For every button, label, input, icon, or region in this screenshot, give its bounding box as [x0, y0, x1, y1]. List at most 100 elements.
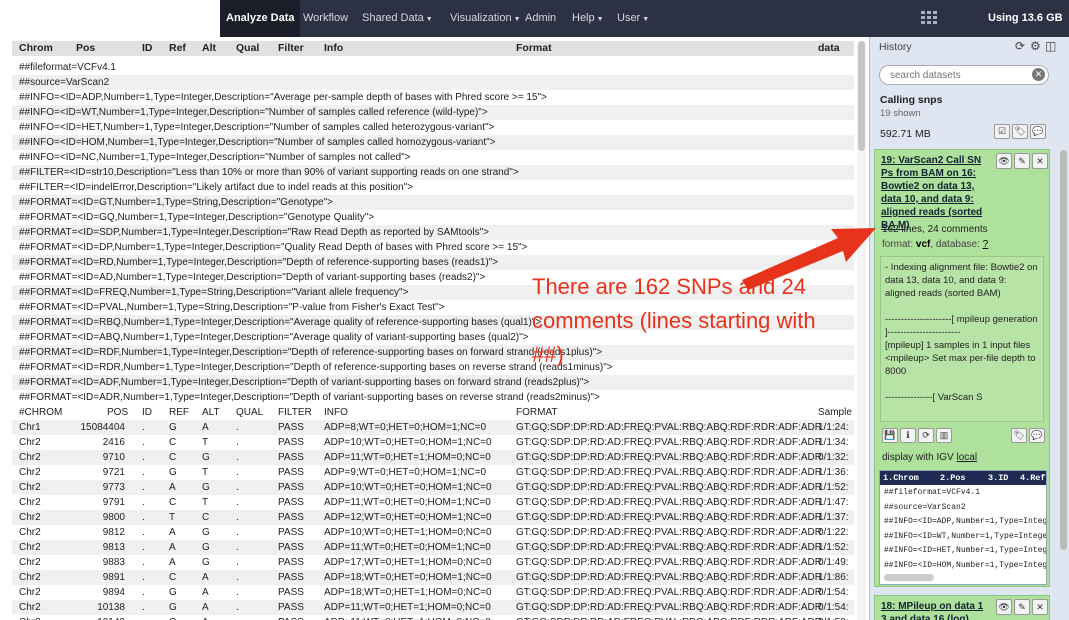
history-shown-count: 19 shown: [880, 108, 921, 119]
cell-sample: 1/1:47:: [818, 497, 849, 508]
refresh-icon[interactable]: ⟳: [1015, 39, 1025, 53]
cell-alt: G: [202, 527, 210, 538]
columns-icon[interactable]: ◫: [1045, 39, 1056, 53]
cell-filter: PASS: [278, 602, 304, 613]
cell-alt: C: [202, 512, 210, 523]
annotation-text: There are 162 SNPs and 24 comments (line…: [532, 274, 816, 367]
table-row: Chr2 9791. C T. PASS ADP=11;WT=0;HET=0;HOM=1;…: [12, 495, 854, 510]
nav-user[interactable]: User ▼: [617, 0, 649, 37]
meta-line: ##fileformat=VCFv4.1: [12, 60, 854, 75]
pencil-icon[interactable]: ✎: [1014, 599, 1030, 615]
meta-line-text: ##FORMAT=<ID=GQ,Number=1,Type=Integer,De…: [19, 212, 375, 223]
cell-format: GT:GQ:SDP:DP:RD:AD:FREQ:PVAL:RBQ:ABQ:RDF…: [516, 587, 822, 598]
peek-line: ##INFO=<ID=HET,Number=1,Type=Integ: [884, 546, 1047, 555]
nav-workflow[interactable]: Workflow: [303, 0, 348, 37]
cell-chrom: Chr2: [19, 542, 41, 553]
col-alt: Alt: [202, 42, 216, 54]
dataset-18-title[interactable]: 18: MPileup on data 1 3 and data 16 (log…: [881, 600, 991, 620]
nav-help[interactable]: Help ▼: [572, 0, 604, 37]
cell-info: ADP=10;WT=0;HET=0;HOM=1;NC=0: [324, 437, 492, 448]
cell-ref: C: [169, 437, 177, 448]
meta-line-text: ##INFO=<ID=WT,Number=1,Type=Integer,Desc…: [19, 107, 488, 118]
cell-sample: 1/1:24:: [818, 422, 849, 433]
annotate-icon[interactable]: 💬: [1029, 428, 1045, 443]
history-scrollbar[interactable]: [1060, 150, 1067, 550]
meta-line-text: ##INFO=<ID=HET,Number=1,Type=Integer,Des…: [19, 122, 495, 133]
cell-chrom: Chr2: [19, 467, 41, 478]
history-name[interactable]: Calling snps: [880, 94, 942, 106]
cell-id: .: [142, 422, 145, 433]
col-id: ID: [142, 42, 153, 54]
meta-line: ##INFO=<ID=NC,Number=1,Type=Integer,Desc…: [12, 150, 854, 165]
meta-line-text: ##FORMAT=<ID=ABQ,Number=1,Type=Integer,D…: [19, 332, 529, 343]
dataset-19-title[interactable]: 19: VarScan2 Call SN Ps from BAM on 16: …: [881, 154, 991, 232]
nav-visualization[interactable]: Visualization ▼: [450, 0, 521, 37]
cell-sample: 0/1:54:: [818, 587, 849, 598]
cell-info: ADP=18;WT=0;HET=0;HOM=1;NC=0: [324, 572, 492, 583]
cell-sample: 0/1:50:: [818, 615, 849, 620]
database-value[interactable]: ?: [983, 239, 989, 250]
dataset-19: 19: VarScan2 Call SN Ps from BAM on 16: …: [874, 149, 1050, 587]
search-datasets-input[interactable]: [879, 65, 1049, 85]
table-header: Chrom Pos ID Ref Alt Qual Filter Info Fo…: [12, 41, 854, 56]
cell-filter: PASS: [278, 482, 304, 493]
dataset-19-info-text: - Indexing alignment file: Bowtie2 on da…: [885, 262, 1038, 403]
cell-chrom: Chr2: [19, 482, 41, 493]
nav-analyze-data[interactable]: Analyze Data: [220, 0, 301, 37]
center-scrollbar-thumb[interactable]: [858, 41, 865, 151]
nav-visualization-label: Visualization: [450, 12, 512, 24]
cell-id: .: [142, 437, 145, 448]
delete-icon[interactable]: ✕: [1032, 153, 1048, 169]
visualize-icon[interactable]: ▥: [936, 428, 952, 443]
tags-icon[interactable]: 🏷: [1011, 428, 1027, 443]
meta-line-text: ##FORMAT=<ID=GT,Number=1,Type=String,Des…: [19, 197, 334, 208]
cell-format: GT:GQ:SDP:DP:RD:AD:FREQ:PVAL:RBQ:ABQ:RDF…: [516, 482, 822, 493]
info-icon[interactable]: ℹ: [900, 428, 916, 443]
cell-chrom: Chr2: [19, 587, 41, 598]
hdr-pos: POS: [107, 407, 129, 418]
cell-filter: PASS: [278, 437, 304, 448]
cell-qual: .: [236, 542, 239, 553]
cell-id: .: [142, 482, 145, 493]
cell-filter: PASS: [278, 572, 304, 583]
igv-local-link[interactable]: local: [956, 452, 977, 463]
eye-icon[interactable]: 👁: [996, 599, 1012, 615]
cell-filter: PASS: [278, 615, 304, 620]
cell-qual: .: [236, 615, 239, 620]
cell-pos: 9721: [102, 467, 125, 478]
history-panel: History ⟳ ⚙ ◫ ✕ Calling snps 19 shown 59…: [869, 37, 1069, 620]
nav-admin[interactable]: Admin: [525, 0, 556, 37]
cell-ref: C: [169, 572, 177, 583]
save-icon[interactable]: 💾: [882, 428, 898, 443]
peek-line: ##INFO=<ID=WT,Number=1,Type=Intege: [884, 531, 1047, 541]
cell-filter: PASS: [278, 527, 304, 538]
annotate-icon[interactable]: 💬: [1030, 124, 1046, 139]
cell-pos: 10142: [97, 615, 125, 620]
select-checkbox-icon[interactable]: ☑: [994, 124, 1010, 139]
nav-shared-data-label: Shared Data: [362, 12, 424, 24]
cell-sample: 1/1:86:: [818, 572, 849, 583]
cell-id: .: [142, 602, 145, 613]
delete-icon[interactable]: ✕: [1032, 599, 1048, 615]
scratchbook-grid-icon[interactable]: [921, 11, 938, 26]
clear-search-icon[interactable]: ✕: [1032, 68, 1045, 81]
pencil-icon[interactable]: ✎: [1014, 153, 1030, 169]
cell-filter: PASS: [278, 542, 304, 553]
col-info: Info: [324, 42, 344, 54]
hdr-chrom: #CHROM: [19, 407, 63, 418]
nav-shared-data[interactable]: Shared Data ▼: [362, 0, 433, 37]
masthead: Analyze Data Workflow Shared Data ▼ Visua…: [220, 0, 1069, 37]
meta-line: ##FORMAT=<ID=GT,Number=1,Type=String,Des…: [12, 195, 854, 210]
cell-info: ADP=11;WT=0;HET=1;HOM=0;NC=0: [324, 452, 491, 463]
meta-line: ##source=VarScan2: [12, 75, 854, 90]
tags-icon[interactable]: 🏷: [1012, 124, 1028, 139]
rerun-icon[interactable]: ⟳: [918, 428, 934, 443]
peek-scrollbar[interactable]: [884, 574, 934, 581]
meta-line: ##INFO=<ID=HOM,Number=1,Type=Integer,Des…: [12, 135, 854, 150]
cell-info: ADP=12;WT=0;HET=0;HOM=1;NC=0: [324, 512, 492, 523]
eye-icon[interactable]: 👁: [996, 153, 1012, 169]
cell-ref: A: [169, 527, 176, 538]
cell-id: .: [142, 512, 145, 523]
gear-icon[interactable]: ⚙: [1030, 39, 1041, 53]
cell-id: .: [142, 527, 145, 538]
